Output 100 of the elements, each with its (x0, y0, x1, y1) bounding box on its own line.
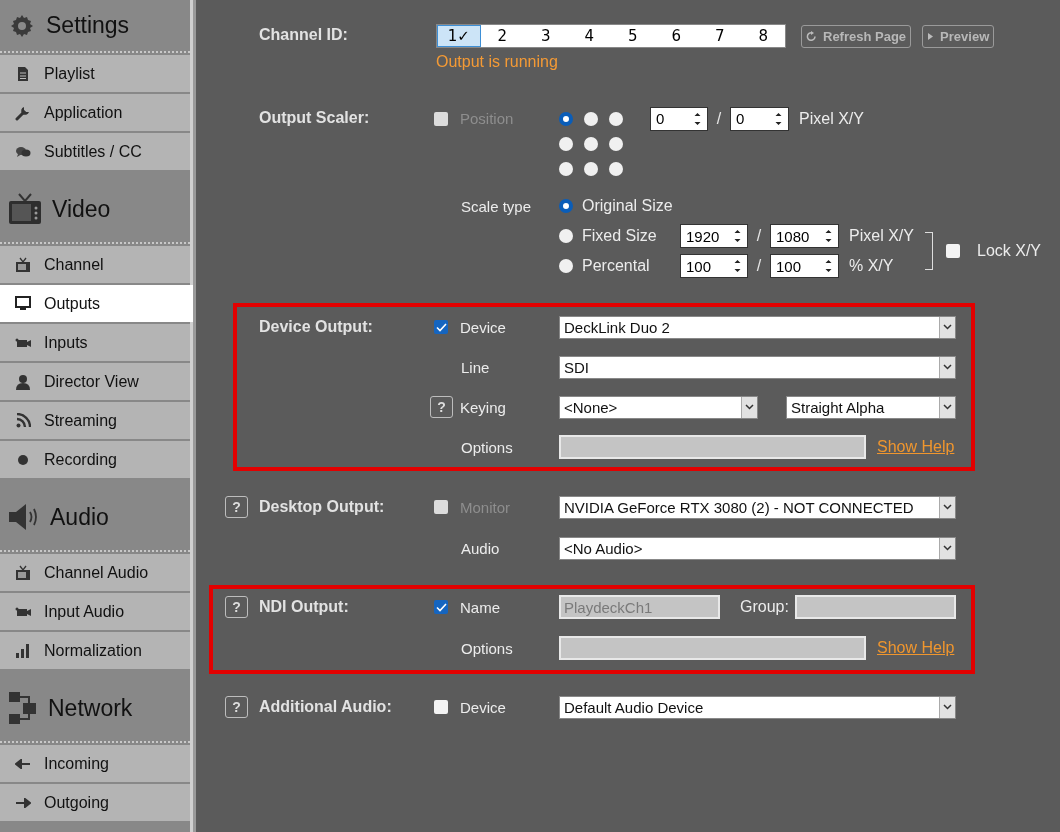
number-field[interactable]: 0 (730, 106, 789, 131)
chevron-down-icon (939, 537, 955, 559)
network-icon (8, 691, 38, 725)
dropdown[interactable]: NVIDIA GeForce RTX 3080 (2) - NOT CONNECTED (559, 495, 956, 519)
spinner-arrows-icon (734, 229, 741, 243)
help-button[interactable]: ? (225, 596, 248, 618)
status-text: Output is running (436, 53, 559, 71)
desktop-output-label: Desktop Output: (259, 498, 386, 516)
dropdown[interactable]: SDI (559, 355, 956, 379)
camera-icon (14, 337, 32, 348)
audio-label: Audio (460, 539, 500, 557)
sidebar-item[interactable]: Normalization (0, 632, 190, 669)
sidebar-item[interactable]: Streaming (0, 402, 190, 439)
options-label: Options (460, 639, 513, 657)
radio-button[interactable] (584, 136, 598, 151)
help-button[interactable]: ? (430, 396, 453, 418)
refresh-icon (806, 30, 817, 42)
spinner-arrows-icon (694, 111, 701, 126)
radio-button[interactable] (559, 136, 573, 151)
sidebar-item[interactable]: Channel (0, 246, 190, 283)
sidebar-item[interactable]: Input Audio (0, 593, 190, 630)
sidebar-item[interactable]: Recording (0, 441, 190, 478)
camera-icon (14, 606, 32, 617)
tv-icon (8, 192, 42, 226)
number-field[interactable]: 0 (650, 106, 708, 131)
channel-id-label: Channel ID: (259, 25, 349, 44)
radio-button[interactable] (584, 111, 598, 126)
chevron-down-icon (939, 356, 955, 378)
dropdown[interactable]: <None> (559, 395, 758, 419)
dropdown[interactable]: Straight Alpha (786, 395, 956, 419)
sidebar-item[interactable]: Channel Audio (0, 554, 190, 591)
sidebar-item[interactable]: Incoming (0, 745, 190, 782)
unit-label: Pixel X/Y (849, 227, 915, 245)
help-button[interactable]: ? (225, 696, 248, 718)
checkbox[interactable] (434, 320, 448, 334)
ndi-output-label: NDI Output: (259, 598, 350, 616)
wrench-icon (15, 104, 31, 121)
radio-button[interactable] (559, 229, 573, 243)
radio-button[interactable] (584, 161, 598, 176)
separator: / (755, 257, 763, 275)
sidebar-item[interactable]: Outputs (0, 285, 193, 322)
arrow-left-icon (15, 758, 31, 769)
dropdown[interactable]: DeckLink Duo 2 (559, 315, 956, 339)
unit-label: Pixel X/Y (799, 109, 864, 128)
number-field[interactable]: 100 (680, 254, 748, 278)
chevron-down-icon (939, 496, 955, 518)
sidebar-item[interactable]: Director View (0, 363, 190, 400)
radio-button[interactable] (559, 199, 573, 213)
person-icon (15, 373, 31, 390)
help-button[interactable]: ? (225, 496, 248, 518)
chevron-down-icon (741, 396, 757, 418)
option-label: Original Size (582, 197, 673, 215)
device-label: Device (460, 318, 506, 336)
additional-audio-label: Additional Audio: (259, 698, 393, 716)
checkbox[interactable] (434, 600, 448, 614)
rss-icon (15, 413, 31, 428)
options-label: Options (460, 438, 513, 456)
radio-button[interactable] (559, 161, 573, 176)
checkbox[interactable] (434, 700, 448, 714)
output-scaler-label: Output Scaler: (259, 108, 371, 127)
spinner-arrows-icon (775, 111, 782, 126)
bar-chart-icon (16, 643, 30, 658)
keying-label: Keying (460, 398, 506, 416)
sidebar-item[interactable]: Subtitles / CC (0, 133, 190, 170)
lock-label: Lock X/Y (977, 242, 1042, 260)
spinner-arrows-icon (734, 259, 741, 273)
tv-icon (15, 564, 31, 581)
arrow-right-icon (15, 797, 31, 808)
channel-tab[interactable]: 1✓ (437, 25, 481, 47)
sidebar-item[interactable]: Playlist (0, 55, 190, 92)
spinner-arrows-icon (825, 229, 832, 243)
chevron-down-icon (939, 396, 955, 418)
dropdown[interactable]: Default Audio Device (559, 695, 956, 719)
option-label: Percental (582, 257, 650, 275)
name-label: Name (460, 598, 500, 616)
checkbox[interactable] (946, 244, 960, 258)
radio-button[interactable] (559, 111, 573, 126)
document-icon (17, 65, 29, 82)
dropdown[interactable]: <No Audio> (559, 536, 956, 560)
radio-button[interactable] (609, 111, 623, 126)
chevron-down-icon (939, 696, 955, 718)
device-output-label: Device Output: (259, 318, 374, 336)
sidebar-item[interactable]: Outgoing (0, 784, 190, 821)
sidebar-item[interactable]: Inputs (0, 324, 190, 361)
number-field[interactable]: 1920 (680, 224, 748, 248)
scale-type-label: Scale type (460, 197, 532, 215)
tv-icon (15, 256, 31, 273)
radio-button[interactable] (609, 161, 623, 176)
number-field[interactable]: 1080 (770, 224, 839, 248)
sidebar-item[interactable]: Application (0, 94, 190, 131)
speech-bubbles-icon (15, 145, 31, 158)
play-icon (927, 31, 935, 41)
device-label: Device (460, 698, 506, 716)
radio-button[interactable] (609, 136, 623, 151)
record-dot-icon (17, 453, 29, 466)
line-label: Line (460, 358, 490, 376)
spinner-arrows-icon (825, 259, 832, 273)
radio-button[interactable] (559, 259, 573, 273)
number-field[interactable]: 100 (770, 254, 839, 278)
separator: / (715, 109, 723, 128)
